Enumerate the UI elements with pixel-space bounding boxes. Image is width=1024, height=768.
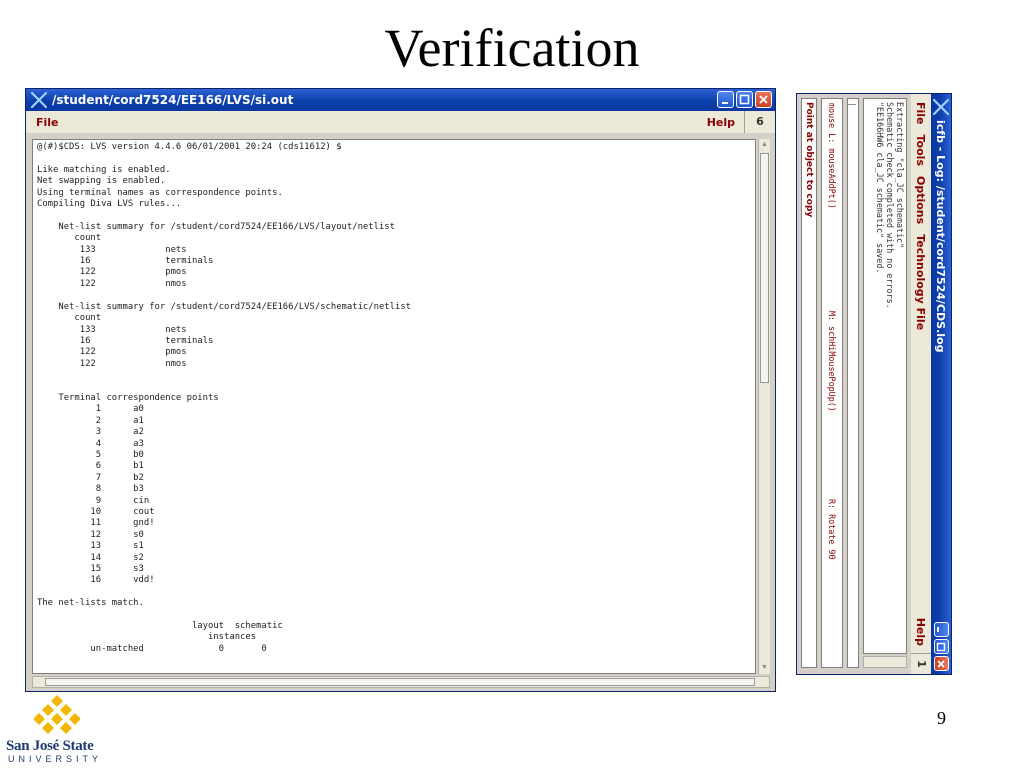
sjsu-name: San José State [6,738,94,754]
slide-title: Verification [384,18,640,78]
scroll-down-arrow-icon[interactable]: ▼ [760,663,769,673]
log-menu-technology-file[interactable]: Technology File [914,234,927,330]
horizontal-scrollbar[interactable] [32,676,770,688]
vertical-scroll-thumb[interactable] [760,153,769,383]
close-icon [937,660,945,668]
log-window-number: 1 [911,653,931,674]
lvs-output-content: @(#)$CDS: LVS version 4.4.6 06/01/2001 2… [37,142,412,654]
sjsu-diamond-logo-icon [34,695,80,734]
maximize-icon [936,642,946,652]
log-minimize-button[interactable] [934,622,949,637]
scroll-up-arrow-icon[interactable]: ▲ [760,140,769,150]
log-menubar: File Tools Options Technology File Help … [911,94,931,674]
minimize-icon [937,627,939,632]
log-window-title: icfb - Log: /student/cord7524/CDS.log [934,120,948,353]
log-menu-help[interactable]: Help [914,618,927,646]
maximize-button[interactable] [736,91,753,108]
log-text-area[interactable]: Extracting "cla_JC schematic" Schematic … [863,98,907,654]
maximize-icon [739,94,750,105]
log-window-titlebar[interactable]: icfb - Log: /student/cord7524/CDS.log [931,94,951,674]
sjsu-university-label: UNIVERSITY [8,754,103,764]
window-number: 6 [744,111,775,133]
lvs-menubar: File Help 6 [26,111,775,133]
mouse-status-bar: mouse L: mouseAddPt() M: schHiMousePopUp… [821,98,843,668]
log-content: Extracting "cla_JC schematic" Schematic … [875,102,905,309]
x-window-icon [932,98,950,116]
minimize-button[interactable] [717,91,734,108]
log-menu-tools[interactable]: Tools [914,135,927,166]
sjsu-logo: San José State UNIVERSITY [6,694,106,764]
close-button[interactable] [755,91,772,108]
horizontal-scroll-thumb[interactable] [45,678,755,686]
page-number: 9 [937,708,946,728]
log-window-container: icfb - Log: /student/cord7524/CDS.log Fi… [796,93,952,675]
status-mouse-left: mouse L: mouseAddPt() [827,103,837,209]
x-window-icon [30,91,48,109]
menu-help[interactable]: Help [707,116,735,129]
cds-log-window[interactable]: icfb - Log: /student/cord7524/CDS.log Fi… [796,93,952,675]
vertical-scrollbar[interactable]: ▲ ▼ [758,139,770,674]
log-menu-options[interactable]: Options [914,176,927,224]
minimize-icon [722,102,728,104]
prompt-line: Point at object to copy [801,98,817,668]
lvs-output-text-area[interactable]: @(#)$CDS: LVS version 4.4.6 06/01/2001 2… [32,139,756,674]
status-mouse-right: R: Rotate 90 [827,499,837,560]
log-vertical-scrollbar[interactable] [863,656,907,668]
menu-file[interactable]: File [36,116,59,129]
log-menu-file[interactable]: File [914,102,927,125]
lvs-window-titlebar[interactable]: /student/cord7524/EE166/LVS/si.out [26,89,775,111]
close-icon [759,95,768,104]
log-close-button[interactable] [934,656,949,671]
command-input[interactable]: | [847,98,859,668]
lvs-output-window[interactable]: /student/cord7524/EE166/LVS/si.out File … [25,88,776,692]
status-mouse-middle: M: schHiMousePopUp() [827,311,837,412]
log-maximize-button[interactable] [934,639,949,654]
lvs-window-title: /student/cord7524/EE166/LVS/si.out [52,93,294,107]
